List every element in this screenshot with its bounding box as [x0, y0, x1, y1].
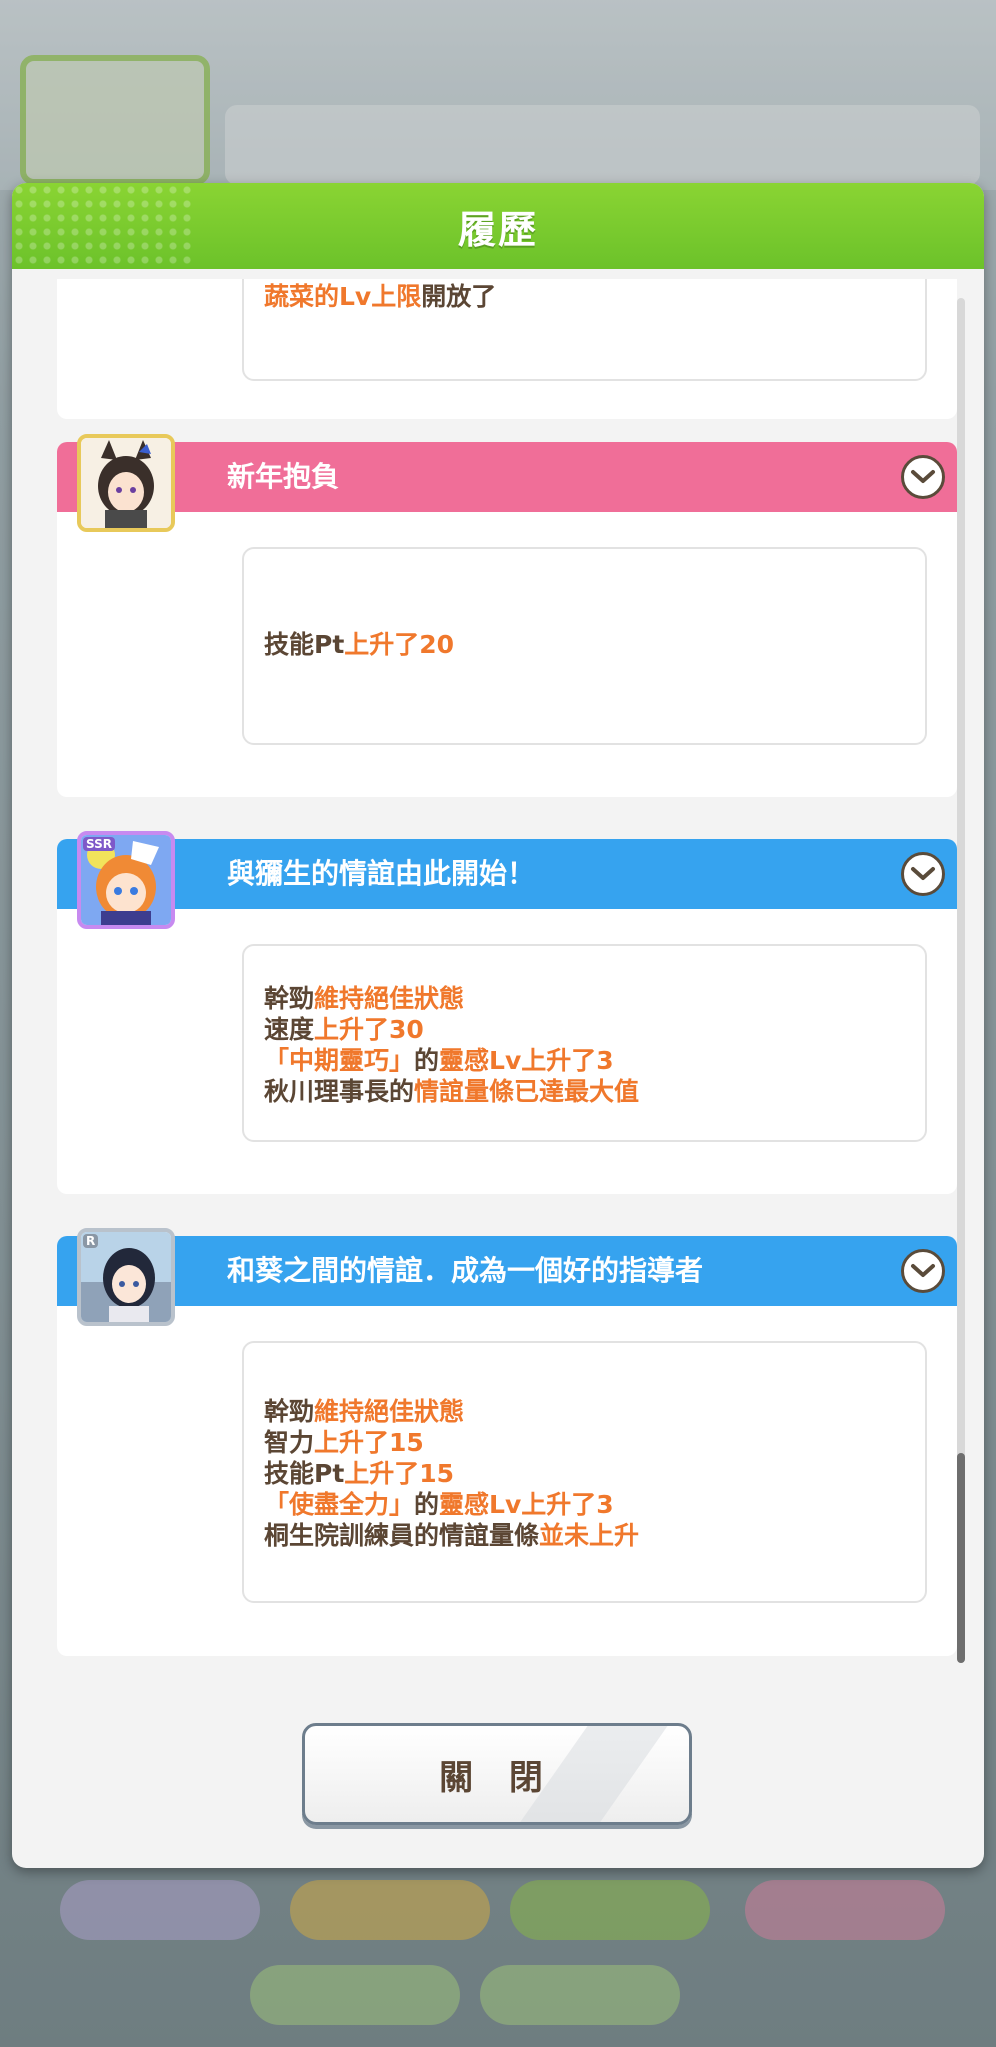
detail-text-highlight: 上升了15: [314, 1428, 424, 1457]
detail-text-highlight: 維持絕佳狀態: [314, 984, 465, 1013]
entry-header[interactable]: 和葵之間的情誼．成為一個好的指導者: [57, 1236, 957, 1306]
entry-header[interactable]: 新年抱負: [57, 442, 957, 512]
history-list[interactable]: 蔬菜的Lv上限開放了 新年抱負 技能Pt上升了20 與獼生的情誼由此開始！ SS…: [42, 279, 972, 1679]
rarity-badge: SSR: [83, 837, 115, 851]
detail-line: 幹勁維持絕佳狀態: [264, 1396, 639, 1427]
detail-text: 智力: [264, 1428, 315, 1457]
history-dialog: 履歷 蔬菜的Lv上限開放了 新年抱負 技能Pt上升了20 與獼生的情誼由此開始！…: [12, 183, 984, 1868]
detail-text: 開放了: [421, 282, 497, 311]
detail-line: 桐生院訓練員的情誼量條並未上升: [264, 1520, 639, 1551]
dialog-title: 履歷: [457, 207, 538, 252]
detail-line: 技能Pt上升了20: [264, 629, 454, 660]
detail-line: 速度上升了30: [264, 1014, 639, 1045]
detail-text-highlight: 上升了15: [344, 1459, 455, 1488]
detail-box: 幹勁維持絕佳狀態 速度上升了30 「中期靈巧」的靈感Lv上升了3 秋川理事長的情…: [242, 944, 927, 1142]
detail-text: 桐生院訓練員的情誼量條: [264, 1521, 540, 1550]
detail-text-highlight: 靈感Lv上升了3: [439, 1490, 614, 1519]
detail-text: 速度: [264, 1015, 315, 1044]
close-button-label: 關 閉: [439, 1757, 555, 1798]
close-button[interactable]: 關 閉: [302, 1723, 692, 1825]
detail-text-highlight: 上升了30: [314, 1015, 424, 1044]
detail-line: 技能Pt上升了15: [264, 1458, 639, 1489]
detail-text-highlight: 「使盡全力」: [264, 1490, 415, 1519]
entry-header[interactable]: 與獼生的情誼由此開始！: [57, 839, 957, 909]
rarity-badge: R: [83, 1234, 99, 1248]
character-portrait: [77, 434, 175, 532]
detail-line: 「使盡全力」的靈感Lv上升了3: [264, 1489, 639, 1520]
detail-text: 秋川理事長的: [264, 1077, 415, 1106]
detail-text: 技能Pt: [264, 630, 345, 659]
chevron-down-icon[interactable]: [901, 1249, 945, 1293]
support-card-portrait: SSR: [77, 831, 175, 929]
entry-title: 新年抱負: [227, 460, 340, 493]
detail-text-highlight: 情誼量條已達最大值: [414, 1077, 640, 1106]
scrollbar-thumb[interactable]: [957, 1453, 965, 1663]
detail-text: 幹勁: [264, 984, 315, 1013]
chevron-down-icon[interactable]: [901, 852, 945, 896]
detail-text: 的: [414, 1046, 440, 1075]
entry-title: 與獼生的情誼由此開始！: [227, 857, 536, 890]
detail-lines: 幹勁維持絕佳狀態 速度上升了30 「中期靈巧」的靈感Lv上升了3 秋川理事長的情…: [264, 983, 639, 1107]
detail-text-highlight: 「中期靈巧」: [264, 1046, 415, 1075]
detail-lines: 蔬菜的Lv上限開放了: [264, 281, 496, 312]
detail-box: 幹勁維持絕佳狀態 智力上升了15 技能Pt上升了15 「使盡全力」的靈感Lv上升…: [242, 1341, 927, 1603]
detail-line: 「中期靈巧」的靈感Lv上升了3: [264, 1045, 639, 1076]
history-entry: 和葵之間的情誼．成為一個好的指導者 R 幹勁維持絕佳狀態 智力上升了15 技能P…: [57, 1228, 957, 1656]
detail-text: 技能Pt: [264, 1459, 345, 1488]
detail-line: 智力上升了15: [264, 1427, 639, 1458]
detail-lines: 技能Pt上升了20: [264, 629, 454, 660]
detail-text: 幹勁: [264, 1397, 315, 1426]
dialog-header: 履歷: [12, 183, 984, 269]
history-entry: 蔬菜的Lv上限開放了: [57, 279, 957, 419]
detail-box: 技能Pt上升了20: [242, 547, 927, 745]
detail-text-highlight: 並未上升: [539, 1521, 640, 1550]
detail-line: 幹勁維持絕佳狀態: [264, 983, 639, 1014]
detail-text: 的: [414, 1490, 440, 1519]
history-entry: 新年抱負 技能Pt上升了20: [57, 434, 957, 797]
entry-title: 和葵之間的情誼．成為一個好的指導者: [227, 1254, 704, 1287]
history-entry: 與獼生的情誼由此開始！ SSR 幹勁維持絕佳狀態 速度上升了30 「中期靈巧」的…: [57, 831, 957, 1194]
detail-text-highlight: 靈感Lv上升了3: [439, 1046, 614, 1075]
detail-box: 蔬菜的Lv上限開放了: [242, 279, 927, 381]
detail-text-highlight: 蔬菜的Lv上限: [264, 282, 422, 311]
detail-text-highlight: 維持絕佳狀態: [314, 1397, 465, 1426]
support-card-portrait: R: [77, 1228, 175, 1326]
detail-lines: 幹勁維持絕佳狀態 智力上升了15 技能Pt上升了15 「使盡全力」的靈感Lv上升…: [264, 1396, 639, 1551]
chevron-down-icon[interactable]: [901, 455, 945, 499]
detail-line: 秋川理事長的情誼量條已達最大值: [264, 1076, 639, 1107]
detail-text-highlight: 上升了20: [344, 630, 455, 659]
detail-line: 蔬菜的Lv上限開放了: [264, 281, 496, 312]
